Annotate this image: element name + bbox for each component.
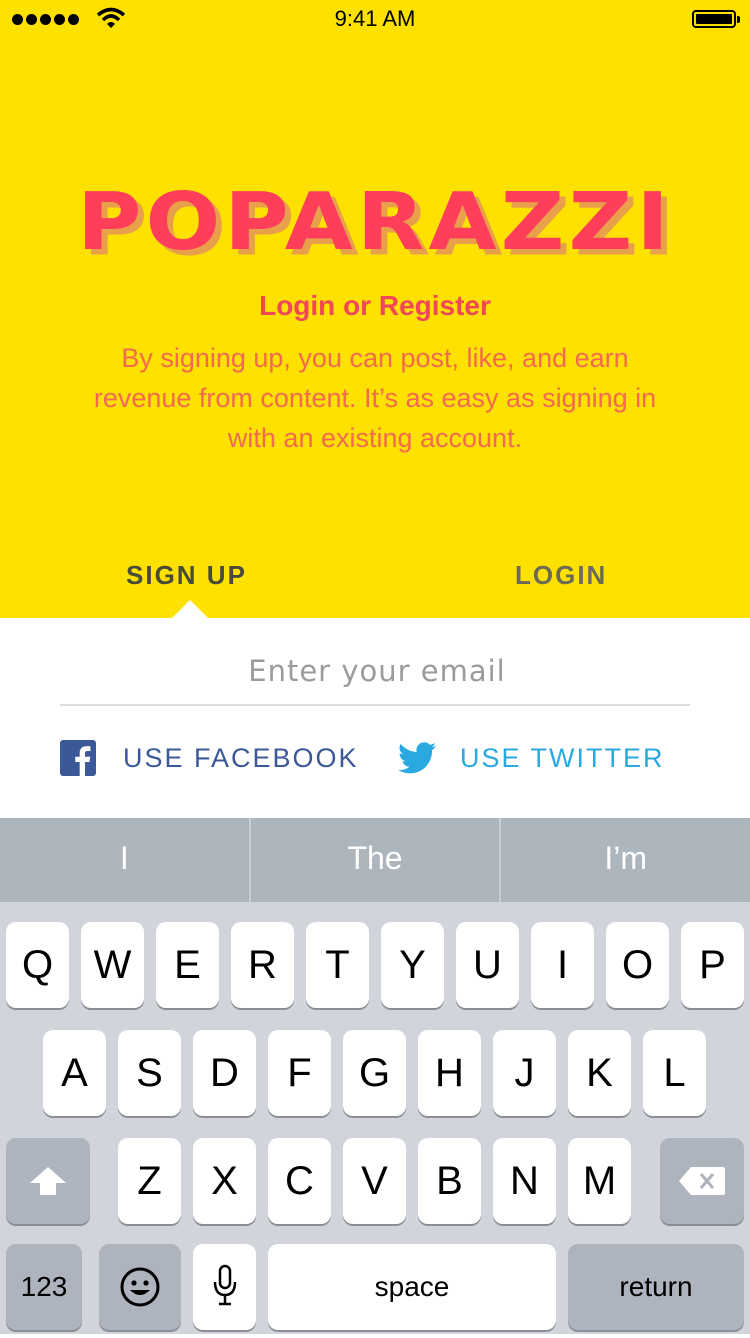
key-p[interactable]: P: [681, 922, 744, 1008]
key-f[interactable]: F: [268, 1030, 331, 1116]
battery-icon: [692, 10, 740, 28]
key-z[interactable]: Z: [118, 1138, 181, 1224]
delete-key[interactable]: [660, 1138, 744, 1224]
page-description: By signing up, you can post, like, and e…: [93, 343, 657, 453]
key-r[interactable]: R: [231, 922, 294, 1008]
key-c[interactable]: C: [268, 1138, 331, 1224]
facebook-label: USE FACEBOOK: [123, 742, 359, 773]
key-q[interactable]: Q: [6, 922, 69, 1008]
keyboard: I The I’m Q W E R T Y U I O P A S D F G …: [0, 818, 750, 1334]
key-g[interactable]: G: [343, 1030, 406, 1116]
microphone-icon: [213, 1264, 236, 1306]
status-bar: 9:41 AM: [0, 0, 750, 40]
backspace-icon: [679, 1167, 725, 1195]
key-b[interactable]: B: [418, 1138, 481, 1224]
use-facebook-button[interactable]: USE FACEBOOK: [60, 738, 359, 778]
key-o[interactable]: O: [606, 922, 669, 1008]
tab-sign-up[interactable]: SIGN UP: [126, 560, 247, 591]
twitter-icon: [398, 742, 436, 774]
key-t[interactable]: T: [306, 922, 369, 1008]
key-j[interactable]: J: [493, 1030, 556, 1116]
dictation-key[interactable]: [193, 1244, 256, 1330]
facebook-icon: [60, 740, 96, 776]
key-d[interactable]: D: [193, 1030, 256, 1116]
app-logo: POPARAZZI: [76, 175, 674, 268]
key-u[interactable]: U: [456, 922, 519, 1008]
status-time: 9:41 AM: [334, 6, 416, 31]
suggestion-item[interactable]: I’m: [501, 818, 750, 902]
hero-panel: 9:41 AM POPARAZZI Login or Register By s…: [0, 0, 750, 618]
numbers-key[interactable]: 123: [6, 1244, 82, 1330]
suggestion-bar: I The I’m: [0, 818, 750, 902]
suggestion-item[interactable]: The: [251, 818, 500, 902]
page-subtitle: Login or Register: [259, 290, 491, 321]
key-a[interactable]: A: [43, 1030, 106, 1116]
return-key[interactable]: return: [568, 1244, 744, 1330]
key-x[interactable]: X: [193, 1138, 256, 1224]
key-k[interactable]: K: [568, 1030, 631, 1116]
suggestion-item[interactable]: I: [0, 818, 249, 902]
active-tab-indicator: [172, 600, 208, 618]
emoji-key[interactable]: [99, 1244, 181, 1330]
key-e[interactable]: E: [156, 922, 219, 1008]
key-n[interactable]: N: [493, 1138, 556, 1224]
key-w[interactable]: W: [81, 922, 144, 1008]
key-m[interactable]: M: [568, 1138, 631, 1224]
key-v[interactable]: V: [343, 1138, 406, 1224]
tab-login[interactable]: LOGIN: [515, 560, 607, 591]
shift-key[interactable]: [6, 1138, 90, 1224]
shift-icon: [30, 1167, 66, 1195]
emoji-icon: [120, 1267, 160, 1307]
email-input[interactable]: [60, 636, 694, 706]
use-twitter-button[interactable]: USE TWITTER: [398, 738, 665, 778]
twitter-label: USE TWITTER: [460, 742, 665, 773]
key-i[interactable]: I: [531, 922, 594, 1008]
key-l[interactable]: L: [643, 1030, 706, 1116]
key-h[interactable]: H: [418, 1030, 481, 1116]
key-s[interactable]: S: [118, 1030, 181, 1116]
email-underline: [60, 704, 690, 706]
key-y[interactable]: Y: [381, 922, 444, 1008]
space-key[interactable]: space: [268, 1244, 556, 1330]
